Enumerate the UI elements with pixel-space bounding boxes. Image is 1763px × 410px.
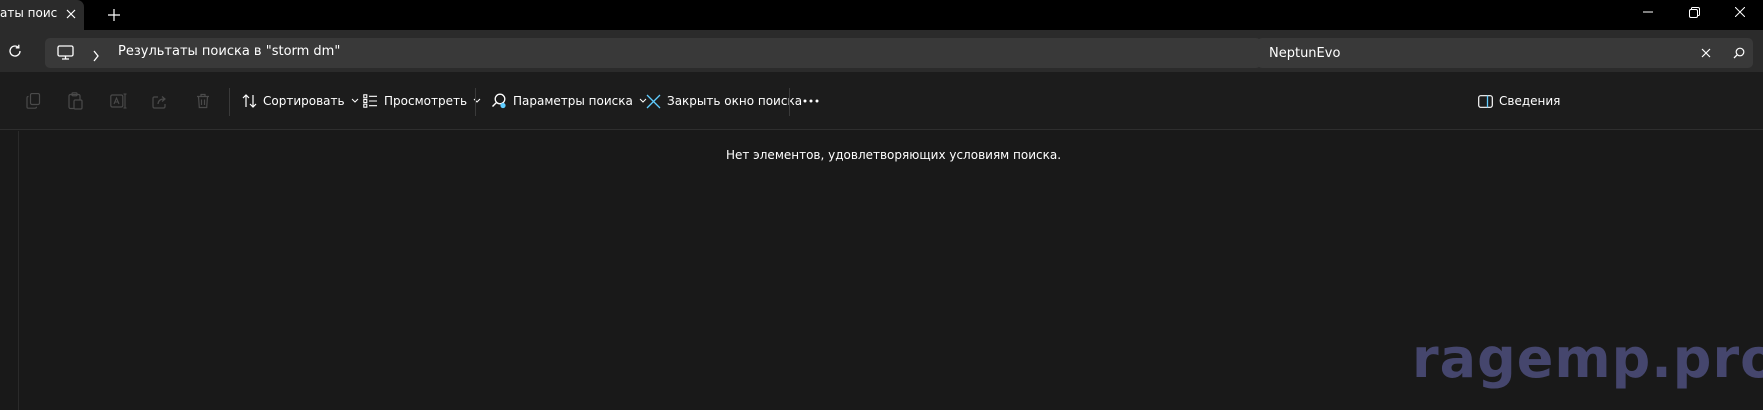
separator (789, 88, 790, 116)
empty-results-message: Нет элементов, удовлетворяющих условиям … (725, 148, 1062, 162)
paste-icon[interactable] (63, 89, 87, 113)
close-search-button[interactable]: Закрыть окно поиска (646, 87, 802, 115)
new-tab-button[interactable] (104, 5, 124, 25)
view-label: Просмотреть (384, 94, 468, 108)
search-options-icon (492, 93, 506, 109)
search-options-button[interactable]: Параметры поиска (491, 87, 647, 115)
view-button[interactable]: Просмотреть (363, 87, 481, 115)
more-options-icon[interactable] (799, 89, 823, 113)
navigation-pane-divider[interactable] (18, 131, 19, 410)
chevron-down-icon (351, 98, 358, 103)
copy-icon[interactable] (21, 89, 45, 113)
close-icon[interactable] (63, 5, 79, 23)
command-bar: Сортировать Просмотреть Параметры поиска… (0, 72, 1763, 130)
tab-search-results[interactable]: аты поис (0, 0, 84, 30)
window-close-icon[interactable] (1717, 0, 1763, 24)
search-input[interactable] (1269, 38, 1689, 68)
search-options-label: Параметры поиска (513, 94, 633, 108)
details-pane-button[interactable]: Сведения (1478, 87, 1560, 115)
watermark: ragemp.pro (1412, 327, 1763, 390)
refresh-icon[interactable] (4, 40, 26, 62)
address-bar[interactable]: Результаты поиска в "storm dm" (45, 38, 1261, 68)
separator (229, 88, 230, 116)
navigation-bar: Результаты поиска в "storm dm" (0, 30, 1763, 72)
details-label: Сведения (1499, 94, 1561, 108)
title-bar: аты поис (0, 0, 1763, 30)
sort-button[interactable]: Сортировать (242, 87, 359, 115)
rename-icon[interactable] (106, 89, 130, 113)
tab-title: аты поис (0, 6, 58, 20)
delete-icon[interactable] (191, 89, 215, 113)
monitor-icon (57, 45, 74, 64)
breadcrumb[interactable]: Результаты поиска в "storm dm" (118, 44, 340, 59)
sort-icon (242, 94, 257, 108)
chevron-right-icon[interactable] (92, 47, 100, 66)
search-box[interactable] (1257, 38, 1753, 68)
restore-icon[interactable] (1671, 0, 1717, 24)
file-list-area[interactable]: Нет элементов, удовлетворяющих условиям … (0, 131, 1763, 410)
clear-search-icon[interactable] (1698, 45, 1714, 61)
separator (475, 88, 476, 116)
search-icon[interactable] (1731, 45, 1747, 61)
close-search-icon (646, 94, 661, 108)
details-pane-icon (1478, 94, 1493, 108)
share-icon[interactable] (148, 89, 172, 113)
close-search-label: Закрыть окно поиска (667, 94, 803, 108)
list-view-icon (363, 94, 377, 108)
sort-label: Сортировать (263, 94, 345, 108)
minimize-icon[interactable] (1625, 0, 1671, 24)
